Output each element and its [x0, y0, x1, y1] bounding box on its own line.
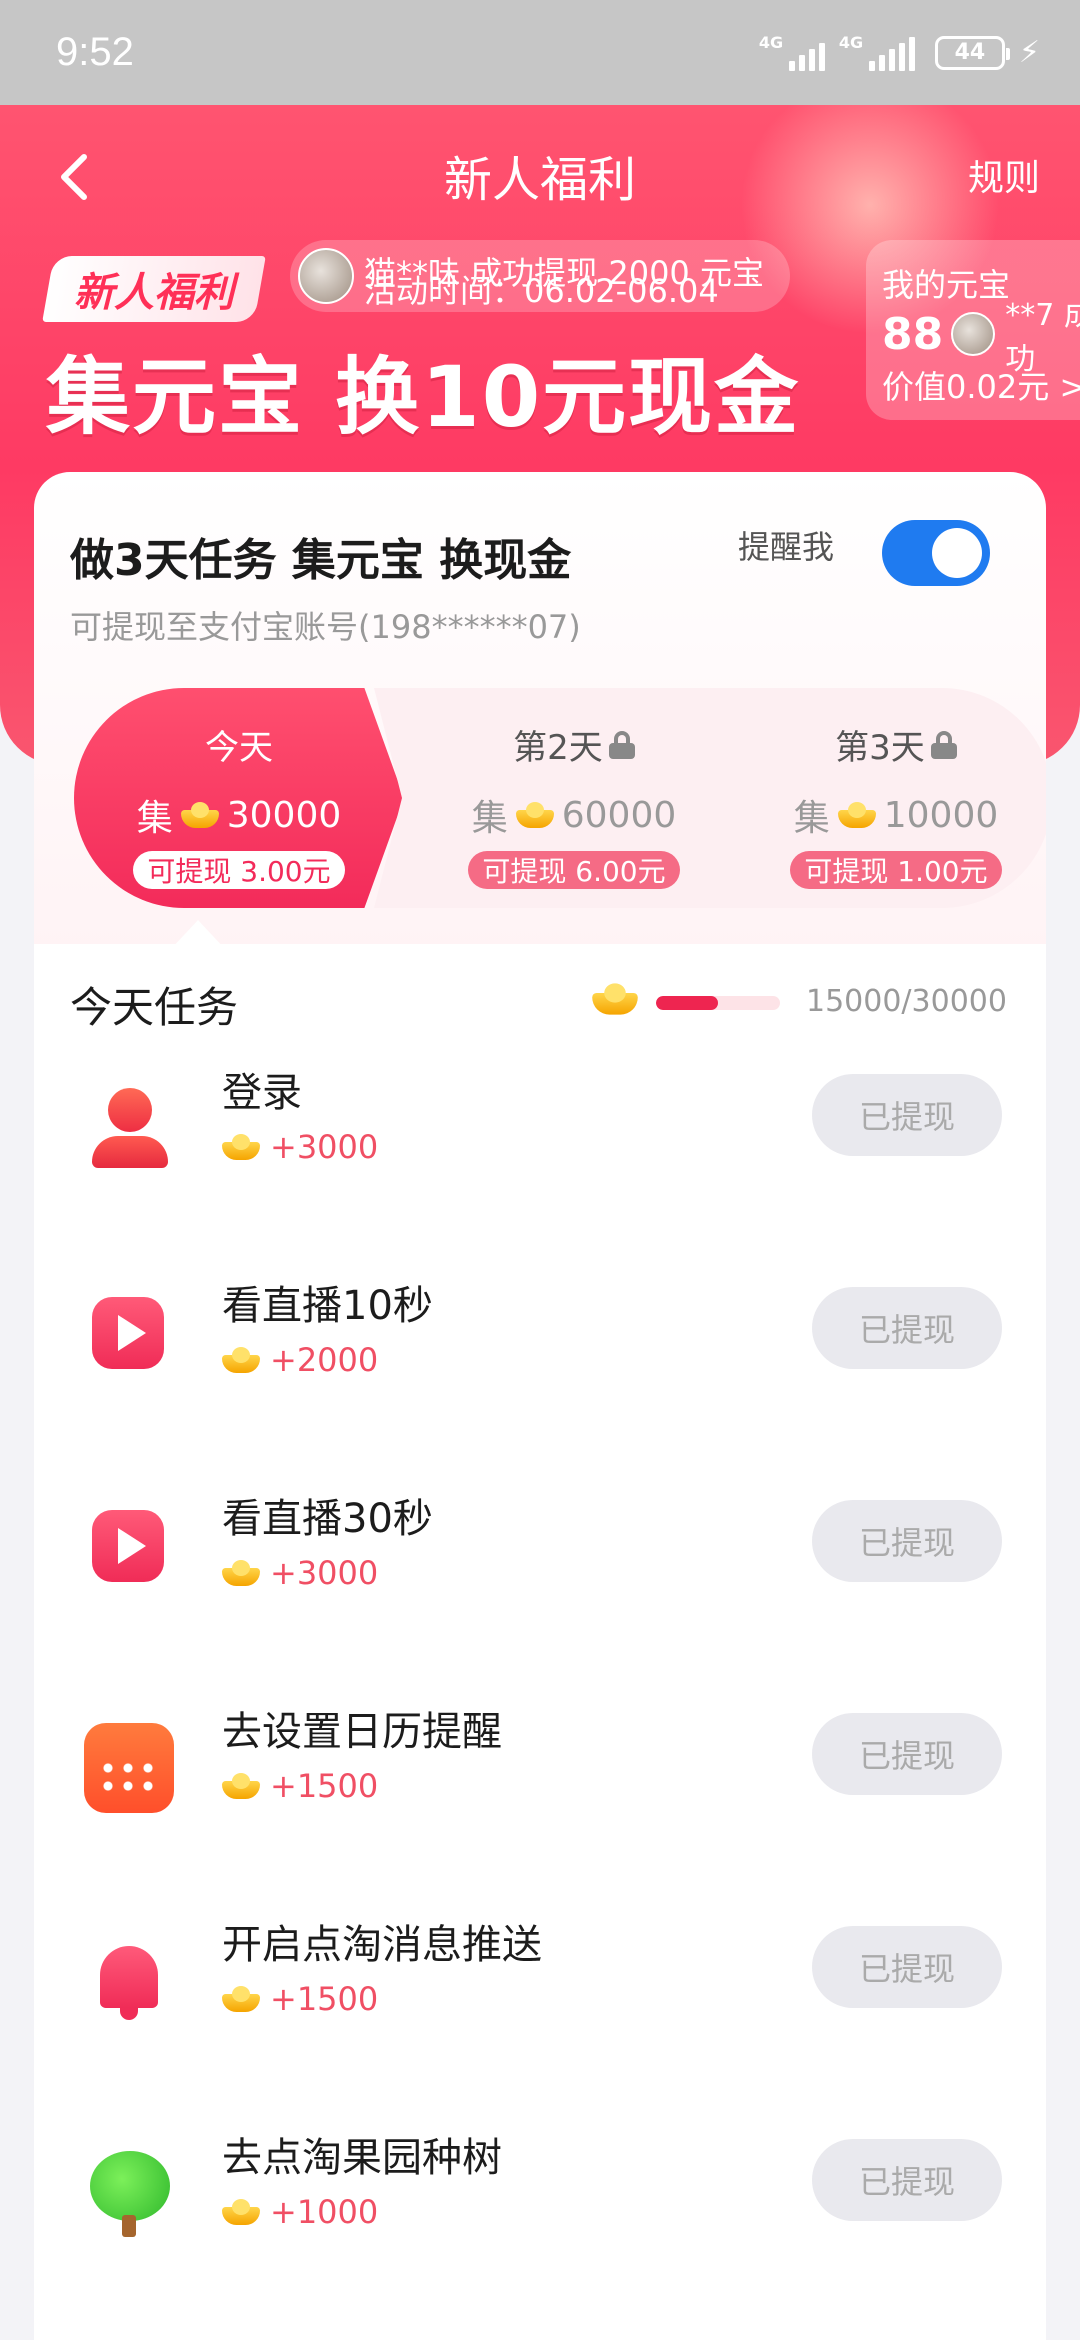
task-row: 看直播30秒 +3000 已提现 — [34, 1470, 1046, 1650]
withdrawn-button[interactable]: 已提现 — [812, 1287, 1002, 1369]
day-label: 第2天 — [513, 728, 603, 768]
today-tasks-section: 今天任务 15000/30000 登录 +3000 已提现 看直播10秒 +20… — [34, 944, 1046, 2340]
status-icons: 4G 4G 44 ⚡ — [758, 32, 1040, 71]
avatar — [951, 312, 996, 356]
network-type-label: 4G — [758, 32, 784, 52]
avatar — [298, 248, 354, 304]
rules-link[interactable]: 规则 — [968, 149, 1040, 201]
task-reward: +1000 — [270, 2193, 379, 2231]
ingot-icon — [222, 1134, 260, 1160]
withdraw-pill: 可提现 6.00元 — [468, 851, 680, 889]
withdrawn-button[interactable]: 已提现 — [812, 1500, 1002, 1582]
tree-icon — [84, 2149, 174, 2239]
person-icon — [84, 1084, 174, 1174]
day-tab-3[interactable]: 第3天 集 10000 可提现 1.00元 — [740, 688, 1046, 908]
page-title: 新人福利 — [443, 152, 636, 208]
activity-time: 活动时间：06.02-06.04 — [364, 272, 719, 310]
status-bar: 9:52 4G 4G 44 ⚡ — [0, 0, 1080, 105]
lock-icon — [930, 730, 957, 759]
lock-icon — [608, 730, 635, 759]
play-icon — [92, 1297, 164, 1369]
charging-icon: ⚡ — [1018, 35, 1040, 70]
status-time: 9:52 — [56, 30, 134, 74]
task-name: 去点淘果园种树 — [222, 2135, 502, 2181]
task-row: 看直播10秒 +2000 已提现 — [34, 1257, 1046, 1437]
ingot-icon — [222, 1347, 260, 1373]
remind-label: 提醒我 — [738, 528, 835, 566]
wallet-value: 88 — [882, 308, 944, 360]
withdrawn-button[interactable]: 已提现 — [812, 1074, 1002, 1156]
play-icon — [92, 1510, 164, 1582]
ingot-icon — [222, 1986, 260, 2012]
my-ingot-wallet[interactable]: 我的元宝 88 **7 成功 价值0.02元 > — [866, 240, 1080, 420]
calendar-icon — [84, 1723, 174, 1813]
task-row: 去点淘果园种树 +1000 已提现 — [34, 2109, 1046, 2289]
day-label: 今天 — [205, 728, 273, 768]
withdrawn-button[interactable]: 已提现 — [812, 2139, 1002, 2221]
withdrawn-button[interactable]: 已提现 — [812, 1926, 1002, 2008]
collect-amount: 10000 — [883, 794, 999, 836]
ingot-icon — [515, 802, 554, 828]
collect-amount: 60000 — [561, 794, 677, 836]
ingot-icon — [222, 2199, 260, 2225]
toggle-knob — [932, 528, 982, 578]
collect-amount: 30000 — [226, 794, 342, 836]
task-name: 开启点淘消息推送 — [222, 1922, 542, 1968]
ingot-icon — [222, 1560, 260, 1586]
network-type-label: 4G — [838, 32, 864, 52]
ingot-icon — [180, 802, 219, 828]
withdraw-pill: 可提现 1.00元 — [790, 851, 1002, 889]
nav-bar: 新人福利 规则 — [0, 105, 1080, 245]
signal-icon: 4G — [838, 32, 915, 71]
task-progress-bar — [656, 996, 780, 1010]
withdrawn-button[interactable]: 已提现 — [812, 1713, 1002, 1795]
newcomer-badge: 新人福利 — [42, 256, 266, 322]
task-plan-card: 做3天任务 集元宝 换现金 可提现至支付宝账号(198******07) 提醒我… — [34, 472, 1046, 952]
newcomer-badge-label: 新人福利 — [74, 270, 234, 316]
battery-icon: 44 — [934, 35, 1010, 70]
task-reward: +1500 — [270, 1767, 379, 1805]
task-reward: +1500 — [270, 1980, 379, 2018]
task-name: 看直播10秒 — [222, 1283, 433, 1329]
task-reward: +3000 — [270, 1554, 379, 1592]
task-name: 看直播30秒 — [222, 1496, 433, 1542]
task-row: 开启点淘消息推送 +1500 已提现 — [34, 1896, 1046, 2076]
day-tab-today[interactable]: 今天 集 30000 可提现 3.00元 — [74, 688, 404, 908]
task-row: 去设置日历提醒 +1500 已提现 — [34, 1683, 1046, 1863]
alipay-account-note: 可提现至支付宝账号(198******07) — [70, 608, 581, 646]
ingot-icon — [837, 802, 876, 828]
withdraw-ticker: 猫**味 成功提现 2000 元宝 活动时间：06.02-06.04 — [290, 240, 790, 312]
day-label: 第3天 — [835, 728, 925, 768]
card-title: 做3天任务 集元宝 换现金 — [70, 535, 572, 586]
task-progress-fill — [656, 996, 718, 1010]
task-progress-text: 15000/30000 — [806, 984, 1007, 1019]
collect-prefix: 集 — [793, 798, 830, 839]
task-reward: +2000 — [270, 1341, 379, 1379]
day-pointer — [170, 920, 226, 950]
task-row: 登录 +3000 已提现 — [34, 1044, 1046, 1224]
section-title: 今天任务 — [70, 983, 239, 1032]
collect-prefix: 集 — [136, 798, 173, 839]
withdraw-pill: 可提现 3.00元 — [133, 851, 345, 889]
task-name: 登录 — [222, 1070, 302, 1116]
battery-level: 44 — [954, 40, 986, 65]
collect-prefix: 集 — [471, 798, 508, 839]
signal-icon: 4G — [758, 32, 825, 71]
day-tab-2[interactable]: 第2天 集 60000 可提现 6.00元 — [374, 688, 774, 908]
wallet-worth: 价值0.02元 > — [882, 368, 1080, 406]
bell-icon — [84, 1936, 174, 2026]
ingot-icon — [222, 1773, 260, 1799]
ingot-icon — [592, 983, 638, 1015]
remind-toggle[interactable] — [882, 520, 990, 586]
back-arrow-icon[interactable] — [50, 147, 100, 207]
hero-headline: 集元宝 换10元现金 — [46, 348, 801, 446]
task-name: 去设置日历提醒 — [222, 1709, 502, 1755]
task-reward: +3000 — [270, 1128, 379, 1166]
